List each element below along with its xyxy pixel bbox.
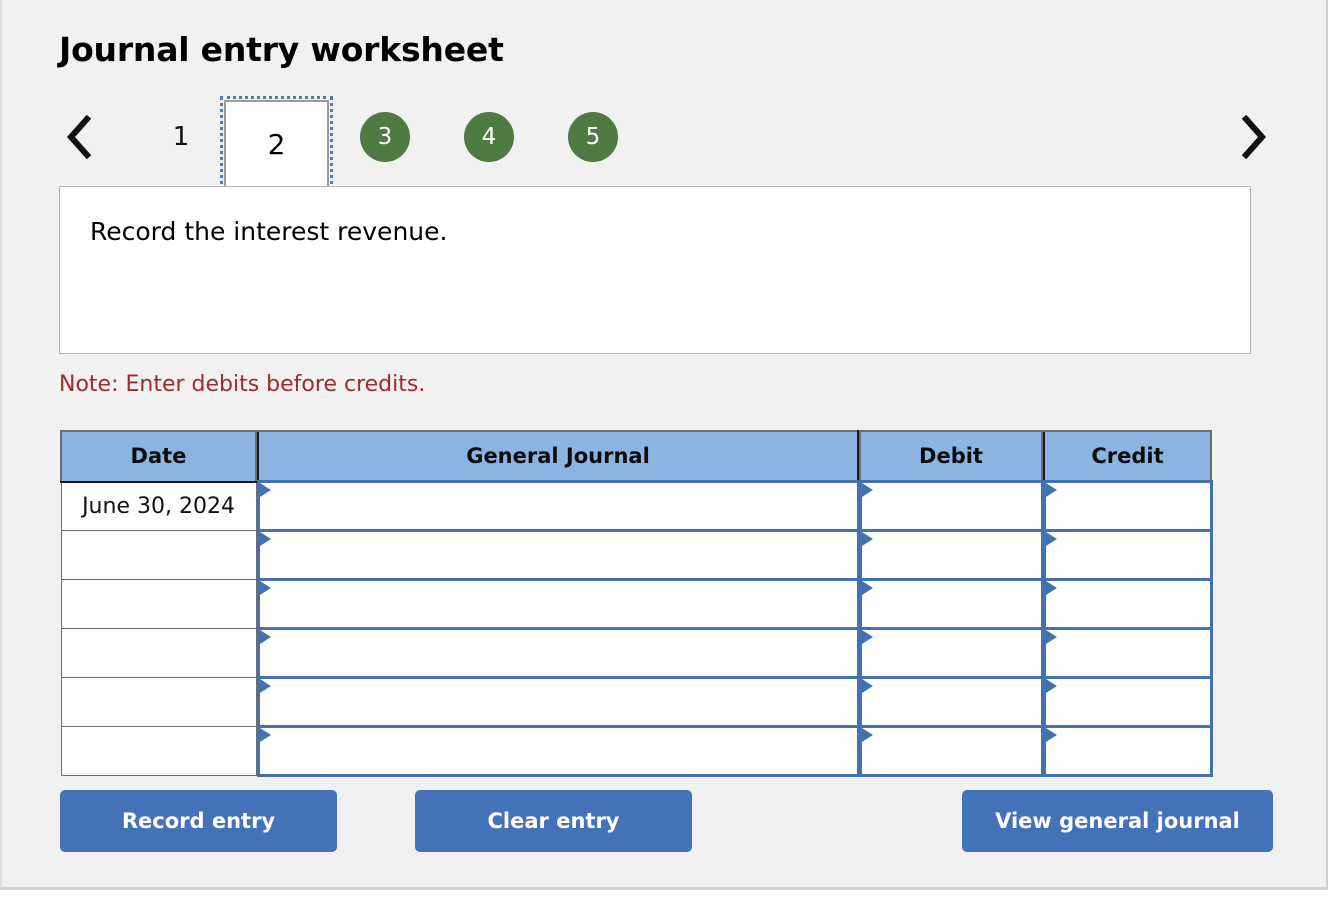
table-row [60, 529, 1213, 581]
view-general-journal-button[interactable]: View general journal [962, 790, 1273, 852]
dropdown-marker-icon [259, 532, 271, 546]
journal-journal-cell[interactable] [256, 627, 860, 679]
journal-date-cell[interactable] [60, 579, 257, 629]
dropdown-marker-icon [861, 581, 873, 595]
journal-date-cell[interactable] [60, 628, 257, 678]
dropdown-marker-icon [861, 630, 873, 644]
column-header-credit: Credit [1043, 430, 1212, 483]
pager-step-3[interactable]: 3 [360, 112, 410, 162]
dropdown-marker-icon [259, 630, 271, 644]
journal-date-cell[interactable] [60, 530, 257, 580]
journal-date-cell[interactable] [60, 726, 257, 776]
table-row [60, 725, 1213, 777]
dropdown-marker-icon [1045, 728, 1057, 742]
journal-date-cell[interactable]: June 30, 2024 [60, 481, 257, 531]
dropdown-marker-icon [259, 581, 271, 595]
clear-entry-button[interactable]: Clear entry [415, 790, 692, 852]
instruction-box: Record the interest revenue. [59, 186, 1251, 354]
journal-credit-cell[interactable] [1042, 627, 1213, 679]
debits-before-credits-note: Note: Enter debits before credits. [59, 372, 426, 397]
worksheet-panel: Journal entry worksheet 1 2 3 4 5 Record… [0, 0, 1328, 890]
journal-debit-cell[interactable] [858, 578, 1044, 630]
dropdown-marker-icon [861, 483, 873, 497]
dropdown-marker-icon [259, 728, 271, 742]
column-header-debit: Debit [859, 430, 1043, 483]
dropdown-marker-icon [1045, 532, 1057, 546]
column-header-date: Date [60, 430, 257, 483]
table-row: June 30, 2024 [60, 480, 1213, 532]
journal-credit-cell[interactable] [1042, 676, 1213, 728]
journal-debit-cell[interactable] [858, 676, 1044, 728]
table-header-row: Date General Journal Debit Credit [60, 430, 1212, 483]
record-entry-button[interactable]: Record entry [60, 790, 337, 852]
journal-debit-cell[interactable] [858, 529, 1044, 581]
pager-step-5-label: 5 [585, 124, 601, 150]
dropdown-marker-icon [1045, 581, 1057, 595]
pager-step-4-label: 4 [481, 124, 497, 150]
table-row [60, 578, 1213, 630]
journal-journal-cell[interactable] [256, 725, 860, 777]
instruction-text: Record the interest revenue. [90, 217, 448, 246]
journal-date-cell[interactable] [60, 677, 257, 727]
dropdown-marker-icon [1045, 630, 1057, 644]
dropdown-marker-icon [1045, 679, 1057, 693]
journal-debit-cell[interactable] [858, 627, 1044, 679]
pager-step-1-label: 1 [172, 122, 190, 152]
dropdown-marker-icon [259, 483, 271, 497]
journal-journal-cell[interactable] [256, 578, 860, 630]
pager-step-2[interactable]: 2 [220, 96, 333, 192]
pager-step-5[interactable]: 5 [568, 112, 618, 162]
column-header-general-journal: General Journal [257, 430, 859, 483]
pager-step-1[interactable]: 1 [152, 106, 210, 168]
dropdown-marker-icon [1045, 483, 1057, 497]
pager-step-4[interactable]: 4 [464, 112, 514, 162]
journal-journal-cell[interactable] [256, 529, 860, 581]
dropdown-marker-icon [861, 532, 873, 546]
table-row [60, 676, 1213, 728]
journal-entry-pager: 1 2 3 4 5 [59, 96, 1274, 192]
dropdown-marker-icon [259, 679, 271, 693]
journal-credit-cell[interactable] [1042, 529, 1213, 581]
journal-journal-cell[interactable] [256, 480, 860, 532]
chevron-left-icon[interactable] [59, 106, 99, 168]
journal-entry-table: Date General Journal Debit Credit June 3… [60, 430, 1213, 777]
journal-debit-cell[interactable] [858, 480, 1044, 532]
journal-journal-cell[interactable] [256, 676, 860, 728]
dropdown-marker-icon [861, 679, 873, 693]
journal-credit-cell[interactable] [1042, 578, 1213, 630]
journal-debit-cell[interactable] [858, 725, 1044, 777]
pager-step-2-label: 2 [267, 127, 286, 161]
dropdown-marker-icon [861, 728, 873, 742]
journal-credit-cell[interactable] [1042, 725, 1213, 777]
page-title: Journal entry worksheet [59, 30, 504, 69]
chevron-right-icon[interactable] [1234, 106, 1274, 168]
table-row [60, 627, 1213, 679]
pager-step-3-label: 3 [377, 124, 393, 150]
journal-credit-cell[interactable] [1042, 480, 1213, 532]
